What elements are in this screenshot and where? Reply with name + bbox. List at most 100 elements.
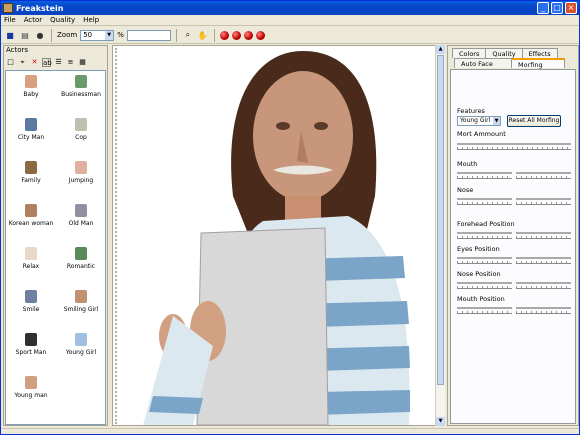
nose-position-slider-1[interactable]: [457, 279, 512, 289]
actor-thumb: [25, 204, 37, 217]
menu-bar: File Actor Quality Help: [1, 15, 579, 26]
scroll-thumb[interactable]: [437, 55, 444, 385]
actor-young-man[interactable]: Young man: [6, 376, 56, 416]
grid-icon[interactable]: ▦: [78, 58, 87, 67]
title-bar: Freakstein _ □ ×: [1, 1, 579, 15]
actor-baby[interactable]: Baby: [6, 75, 56, 115]
print-icon[interactable]: ▤: [19, 29, 31, 41]
settings-panel: Colors Quality Effects Auto Face Morfing…: [447, 45, 579, 426]
actor-smile[interactable]: Smile: [6, 290, 56, 330]
record-icon-4[interactable]: [255, 30, 265, 40]
zoom-value: 50: [83, 31, 93, 39]
eyes-position-label: Eyes Position: [457, 245, 500, 253]
hand-icon[interactable]: ✋: [197, 29, 209, 41]
mouth-slider-1[interactable]: [457, 169, 512, 179]
actor-jumping[interactable]: Jumping: [56, 161, 106, 201]
actor-thumb: [75, 247, 87, 260]
actor-label: City Man: [17, 134, 45, 141]
minimize-button[interactable]: _: [537, 2, 549, 14]
mort-amount-label: Mort Ammount: [457, 130, 506, 138]
list-icon[interactable]: ☰: [54, 58, 63, 67]
new-icon[interactable]: □: [6, 58, 15, 67]
actor-thumb: [25, 75, 37, 88]
tab-auto-face[interactable]: Auto Face: [454, 58, 512, 68]
mort-amount-slider[interactable]: [457, 140, 571, 150]
actor-thumb: [25, 161, 37, 174]
sort-icon[interactable]: ab: [42, 58, 52, 67]
eyes-slider-2[interactable]: [516, 254, 571, 264]
zoom-label: Zoom: [57, 31, 78, 39]
select-icon[interactable]: ⌖: [18, 58, 27, 67]
toolbar: ■ ▤ ● Zoom 50 ▼ % ⌕ ✋: [1, 27, 579, 44]
actor-smiling-girl[interactable]: Smiling Girl: [56, 290, 106, 330]
actor-old-man[interactable]: Old Man: [56, 204, 106, 244]
actor-young-girl[interactable]: Young Girl: [56, 333, 106, 373]
reset-all-morfing-button[interactable]: Reset All Morfing: [507, 115, 561, 127]
zoom-slider[interactable]: [126, 29, 171, 41]
actor-city-man[interactable]: City Man: [6, 118, 56, 158]
maximize-button[interactable]: □: [551, 2, 563, 14]
nose-label: Nose: [457, 186, 474, 194]
chevron-down-icon: ▼: [105, 30, 114, 40]
save-icon[interactable]: ■: [4, 29, 16, 41]
details-icon[interactable]: ≡: [66, 58, 75, 67]
mouth-position-slider-1[interactable]: [457, 304, 512, 314]
app-icon: [3, 3, 13, 13]
actor-label: Old Man: [68, 220, 94, 227]
menu-actor[interactable]: Actor: [24, 16, 42, 24]
actor-thumb: [25, 118, 37, 131]
actor-label: Smile: [22, 306, 40, 313]
zoom-select[interactable]: 50 ▼: [80, 29, 115, 41]
scroll-down-icon[interactable]: ▼: [436, 417, 445, 426]
record-icon-3[interactable]: [243, 30, 253, 40]
tab-effects[interactable]: Effects: [521, 48, 558, 58]
nose-position-slider-2[interactable]: [516, 279, 571, 289]
mouth-position-label: Mouth Position: [457, 295, 505, 303]
features-select[interactable]: Young Girl ▼: [457, 116, 501, 126]
nose-position-label: Nose Position: [457, 270, 501, 278]
actor-romantic[interactable]: Romantic: [56, 247, 106, 287]
percent-label: %: [117, 31, 124, 39]
close-button[interactable]: ×: [565, 2, 577, 14]
actor-label: Romantic: [66, 263, 96, 270]
actor-sport-man[interactable]: Sport Man: [6, 333, 56, 373]
actor-label: Baby: [23, 91, 39, 98]
forehead-slider-1[interactable]: [457, 229, 512, 239]
window-title: Freakstein: [16, 3, 64, 13]
eyes-slider-1[interactable]: [457, 254, 512, 264]
actors-toolbar: □ ⌖ ✕ ab ☰ ≡ ▦: [4, 56, 107, 69]
features-value: Young Girl: [460, 117, 491, 124]
actor-korean-woman[interactable]: Korean woman: [6, 204, 56, 244]
menu-help[interactable]: Help: [83, 16, 99, 24]
forehead-slider-2[interactable]: [516, 229, 571, 239]
actor-businessman[interactable]: Businessman: [56, 75, 106, 115]
delete-icon[interactable]: ✕: [30, 58, 39, 67]
actor-label: Young Girl: [65, 349, 97, 356]
record-icon-1[interactable]: [219, 30, 229, 40]
menu-file[interactable]: File: [4, 16, 16, 24]
features-label: Features: [457, 107, 485, 115]
scroll-up-icon[interactable]: ▲: [436, 45, 445, 54]
actor-thumb: [75, 118, 87, 131]
actors-header: Actors: [6, 46, 29, 54]
mouth-slider-2[interactable]: [516, 169, 571, 179]
mouth-label: Mouth: [457, 160, 478, 168]
mouth-position-slider-2[interactable]: [516, 304, 571, 314]
actor-thumb: [25, 376, 37, 389]
photo-canvas[interactable]: [112, 45, 445, 426]
canvas-scrollbar[interactable]: ▲ ▼: [435, 45, 445, 426]
tab-quality[interactable]: Quality: [485, 48, 523, 58]
actor-label: Cop: [75, 134, 87, 141]
magnify-icon[interactable]: ⌕: [182, 29, 194, 41]
actor-family[interactable]: Family: [6, 161, 56, 201]
actor-thumb: [75, 333, 87, 346]
nose-slider-2[interactable]: [516, 195, 571, 205]
nose-slider-1[interactable]: [457, 195, 512, 205]
tab-colors[interactable]: Colors: [452, 48, 487, 58]
actor-relax[interactable]: Relax: [6, 247, 56, 287]
actor-cop[interactable]: Cop: [56, 118, 106, 158]
menu-quality[interactable]: Quality: [50, 16, 75, 24]
tab-morfing[interactable]: Morfing: [511, 58, 565, 69]
record-icon-2[interactable]: [231, 30, 241, 40]
camera-icon[interactable]: ●: [34, 29, 46, 41]
